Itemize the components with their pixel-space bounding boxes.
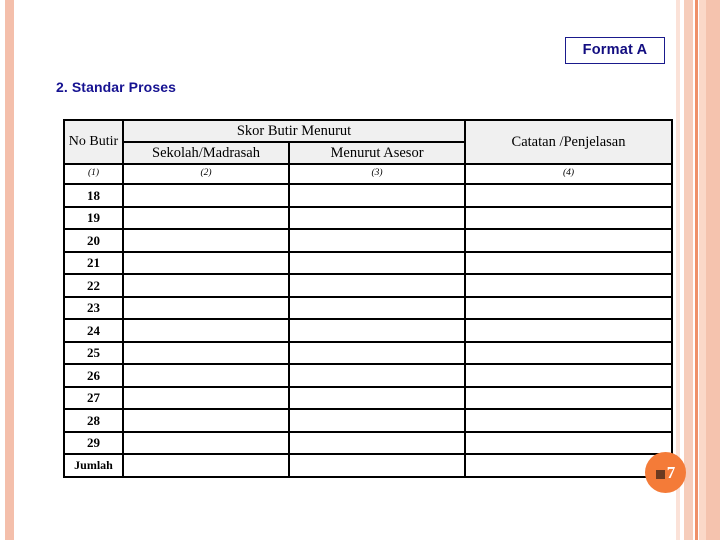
format-badge: Format A xyxy=(565,37,665,64)
row-label-butir: 29 xyxy=(63,430,124,455)
cell-catatan[interactable] xyxy=(464,250,674,275)
cell-skor-asesor[interactable] xyxy=(287,340,467,365)
assessment-table: No Butir Skor Butir Menurut Catatan /Pen… xyxy=(63,119,674,478)
row-label-butir: 27 xyxy=(63,385,124,410)
cell-skor-sekolah[interactable] xyxy=(122,250,290,275)
table-row: 23 xyxy=(63,295,674,320)
cell-skor-sekolah[interactable] xyxy=(122,408,290,433)
page-number-badge: 7 xyxy=(645,452,686,493)
column-number-4: (4) xyxy=(464,163,674,185)
cell-skor-asesor[interactable] xyxy=(287,183,467,208)
header-menurut-asesor: Menurut Asesor xyxy=(287,141,467,165)
row-label-total: Jumlah xyxy=(63,453,124,478)
right-edge-stripe-4 xyxy=(699,0,706,540)
header-no-butir: No Butir xyxy=(63,119,124,165)
cell-catatan[interactable] xyxy=(464,228,674,253)
table-row: 21 xyxy=(63,250,674,275)
cell-skor-sekolah[interactable] xyxy=(122,205,290,230)
cell-skor-sekolah[interactable] xyxy=(122,363,290,388)
cell-catatan[interactable] xyxy=(464,183,674,208)
table-row: 29 xyxy=(63,430,674,455)
table-row: 25 xyxy=(63,340,674,365)
cell-catatan[interactable] xyxy=(464,408,674,433)
cell-catatan[interactable] xyxy=(464,453,674,478)
row-label-butir: 21 xyxy=(63,250,124,275)
cell-skor-asesor[interactable] xyxy=(287,408,467,433)
row-label-butir: 23 xyxy=(63,295,124,320)
header-catatan-penjelasan: Catatan /Penjelasan xyxy=(464,119,674,165)
row-label-butir: 28 xyxy=(63,408,124,433)
cell-catatan[interactable] xyxy=(464,363,674,388)
assessment-table-container: No Butir Skor Butir Menurut Catatan /Pen… xyxy=(63,119,674,478)
cell-skor-sekolah[interactable] xyxy=(122,318,290,343)
cell-skor-asesor[interactable] xyxy=(287,453,467,478)
right-edge-stripe-5 xyxy=(706,0,720,540)
cell-skor-asesor[interactable] xyxy=(287,295,467,320)
left-edge-stripe xyxy=(5,0,14,540)
table-header: No Butir Skor Butir Menurut Catatan /Pen… xyxy=(63,119,674,185)
header-sekolah-madrasah: Sekolah/Madrasah xyxy=(122,141,290,165)
row-label-butir: 20 xyxy=(63,228,124,253)
column-number-2: (2) xyxy=(122,163,290,185)
table-row: 19 xyxy=(63,205,674,230)
right-edge-stripe-2 xyxy=(684,0,693,540)
table-row: Jumlah xyxy=(63,453,674,478)
table-row: 18 xyxy=(63,183,674,208)
cell-skor-sekolah[interactable] xyxy=(122,273,290,298)
table-row: 26 xyxy=(63,363,674,388)
cell-skor-asesor[interactable] xyxy=(287,385,467,410)
table-column-number-row: (1) (2) (3) (4) xyxy=(63,163,674,185)
format-badge-label: Format A xyxy=(582,42,648,59)
table-header-row-primary: No Butir Skor Butir Menurut Catatan /Pen… xyxy=(63,119,674,165)
table-row: 28 xyxy=(63,408,674,433)
cell-catatan[interactable] xyxy=(464,340,674,365)
right-edge-stripe-3 xyxy=(695,0,698,540)
table-row: 24 xyxy=(63,318,674,343)
cell-skor-sekolah[interactable] xyxy=(122,453,290,478)
cell-skor-sekolah[interactable] xyxy=(122,183,290,208)
cell-skor-sekolah[interactable] xyxy=(122,340,290,365)
cell-skor-sekolah[interactable] xyxy=(122,385,290,410)
cell-skor-asesor[interactable] xyxy=(287,273,467,298)
row-label-butir: 18 xyxy=(63,183,124,208)
cell-skor-asesor[interactable] xyxy=(287,228,467,253)
cell-skor-sekolah[interactable] xyxy=(122,430,290,455)
table-body: 18 19 20 21 22 23 24 25 26 27 28 29 Jumlah xyxy=(63,183,674,478)
table-row: 22 xyxy=(63,273,674,298)
cell-skor-asesor[interactable] xyxy=(287,205,467,230)
cell-catatan[interactable] xyxy=(464,295,674,320)
cell-catatan[interactable] xyxy=(464,205,674,230)
cell-catatan[interactable] xyxy=(464,430,674,455)
square-bullet-icon xyxy=(655,470,665,479)
row-label-butir: 19 xyxy=(63,205,124,230)
cell-skor-asesor[interactable] xyxy=(287,430,467,455)
page-number-label: 7 xyxy=(666,463,676,482)
table-row: 20 xyxy=(63,228,674,253)
table-row: 27 xyxy=(63,385,674,410)
cell-skor-sekolah[interactable] xyxy=(122,228,290,253)
row-label-butir: 26 xyxy=(63,363,124,388)
cell-catatan[interactable] xyxy=(464,318,674,343)
cell-skor-asesor[interactable] xyxy=(287,318,467,343)
cell-skor-asesor[interactable] xyxy=(287,250,467,275)
row-label-butir: 22 xyxy=(63,273,124,298)
header-skor-butir-menurut: Skor Butir Menurut xyxy=(121,119,467,143)
cell-skor-asesor[interactable] xyxy=(287,363,467,388)
row-label-butir: 24 xyxy=(63,318,124,343)
cell-catatan[interactable] xyxy=(464,385,674,410)
cell-catatan[interactable] xyxy=(464,273,674,298)
column-number-3: (3) xyxy=(287,163,467,185)
column-number-1: (1) xyxy=(63,163,124,185)
row-label-butir: 25 xyxy=(63,340,124,365)
page-title: 2. Standar Proses xyxy=(56,79,176,95)
cell-skor-sekolah[interactable] xyxy=(122,295,290,320)
